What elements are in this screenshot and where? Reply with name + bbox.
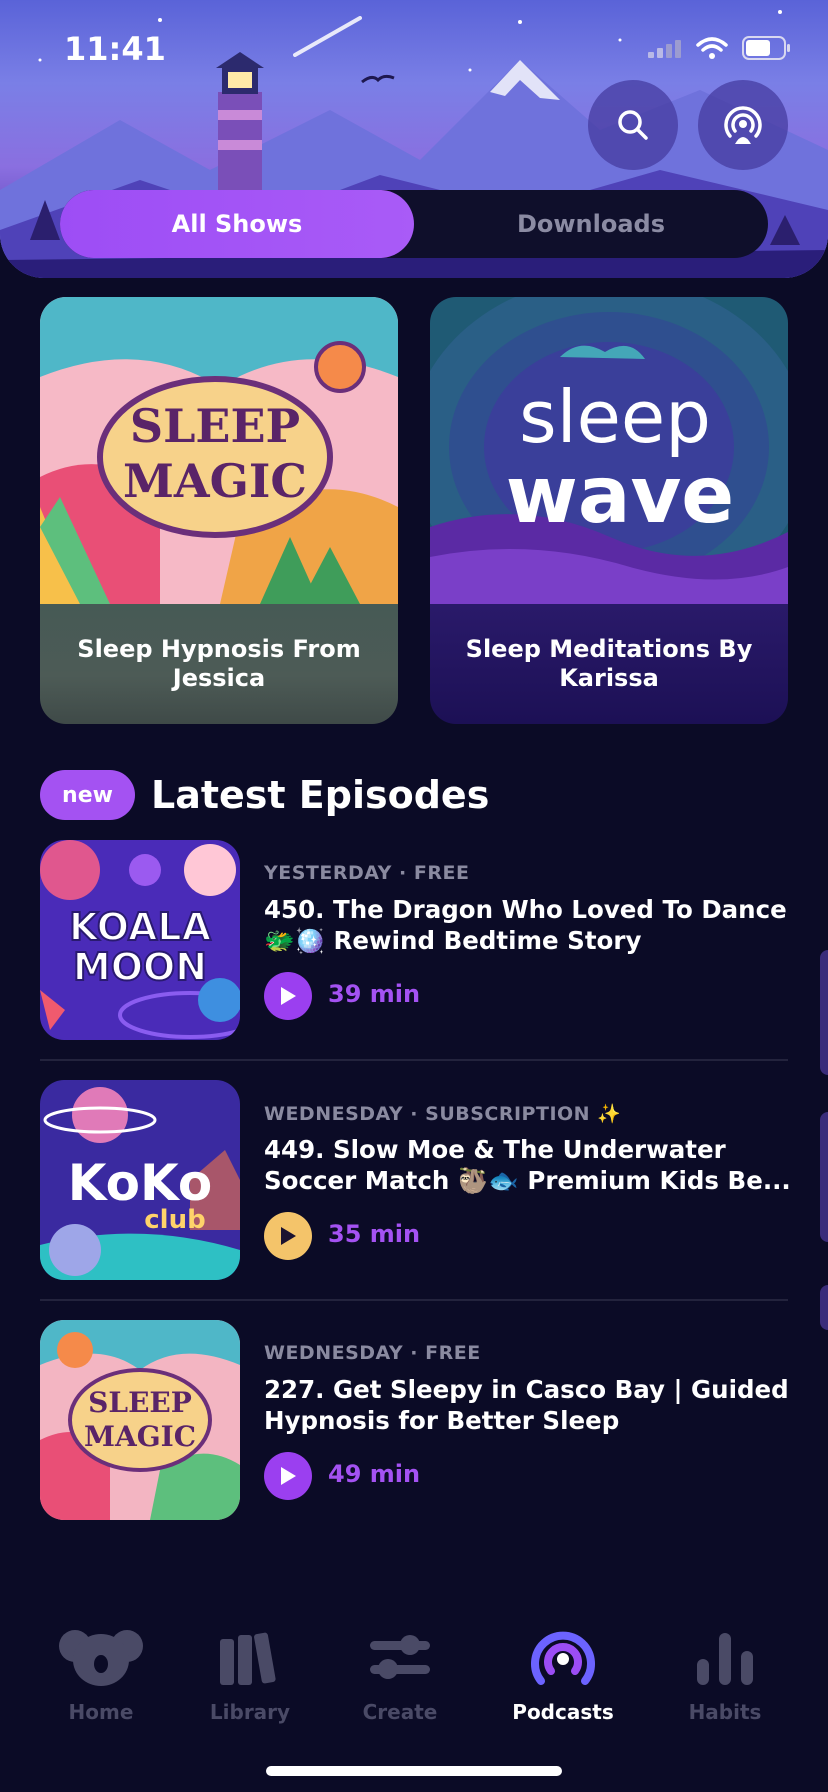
koala-icon — [59, 1630, 143, 1686]
status-icons — [648, 36, 792, 60]
episode-duration: 49 min — [328, 1460, 421, 1488]
thumb-title-line2: MOON — [73, 945, 207, 989]
next-page-peek — [820, 1285, 828, 1330]
podcast-icon — [531, 1631, 595, 1685]
episode-duration: 39 min — [328, 980, 421, 1008]
episode-thumbnail: KoKo club — [40, 1080, 240, 1280]
show-card-caption: Sleep Meditations By Karissa — [430, 604, 788, 724]
home-indicator — [266, 1766, 562, 1776]
tab-create[interactable]: Create — [330, 1622, 470, 1724]
play-button[interactable] — [264, 1452, 312, 1500]
art-title-line2: MAGIC — [123, 454, 307, 508]
play-button[interactable] — [264, 972, 312, 1020]
episode-row[interactable]: KOALA MOON YESTERDAY · FREE 450. The Dra… — [40, 840, 788, 1040]
koala-moon-artwork: KOALA MOON — [40, 840, 240, 1040]
koko-club-artwork: KoKo club — [40, 1080, 240, 1280]
thumb-title-line2: club — [144, 1205, 205, 1235]
episode-title-line1: 449. Slow Moe & The Underwater — [264, 1135, 726, 1164]
tab-label: Habits — [688, 1700, 762, 1724]
episode-row[interactable]: KoKo club WEDNESDAY · SUBSCRIPTION ✨ 449… — [40, 1080, 791, 1280]
tab-habits[interactable]: Habits — [655, 1622, 795, 1724]
play-icon — [281, 1467, 296, 1485]
tab-library[interactable]: Library — [180, 1622, 320, 1724]
show-card-sleep-magic[interactable]: SLEEP MAGIC Sleep Hypnosis From Jessica — [40, 297, 398, 724]
episode-title-line1: 450. The Dragon Who Loved To Dance — [264, 895, 787, 924]
episode-title-line2: Soccer Match 🦥🐟 Premium Kids Be... — [264, 1166, 791, 1195]
episode-meta: YESTERDAY · FREE — [264, 862, 470, 884]
show-card-sleep-wave[interactable]: sleep wave Sleep Meditations By Karissa — [430, 297, 788, 724]
podcast-broadcast-button[interactable] — [698, 80, 788, 170]
bottom-tab-bar: Home Library Create Podcasts Habits — [0, 1600, 828, 1792]
sleep-magic-artwork: SLEEP MAGIC — [40, 1320, 240, 1520]
thumb-title-line1: KoKo — [68, 1154, 212, 1212]
episode-title-line2: 🐲🪩 Rewind Bedtime Story — [264, 926, 642, 955]
tab-label: Create — [362, 1700, 438, 1724]
books-icon — [220, 1632, 276, 1685]
cellular-signal-icon — [648, 40, 681, 58]
status-time: 11:41 — [64, 30, 166, 68]
episode-title: 450. The Dragon Who Loved To Dance 🐲🪩 Re… — [264, 894, 794, 956]
divider — [40, 1059, 788, 1061]
tab-downloads[interactable]: Downloads — [414, 190, 768, 258]
episode-row[interactable]: SLEEP MAGIC WEDNESDAY · FREE 227. Get Sl… — [40, 1320, 789, 1520]
play-button[interactable] — [264, 1212, 312, 1260]
header-banner: 11:41 All Shows Downloads — [0, 0, 828, 278]
bar-chart-icon — [697, 1633, 753, 1685]
divider — [40, 1299, 788, 1301]
art-title-line2: wave — [506, 451, 734, 541]
battery-icon — [742, 36, 790, 60]
tab-label: Podcasts — [512, 1700, 614, 1724]
art-title-line1: SLEEP — [130, 399, 300, 453]
episode-duration: 35 min — [328, 1220, 421, 1248]
show-card-caption: Sleep Hypnosis From Jessica — [40, 604, 398, 724]
next-page-peek — [820, 950, 828, 1075]
search-icon — [618, 110, 648, 140]
episode-meta: WEDNESDAY · SUBSCRIPTION ✨ — [264, 1103, 622, 1125]
sliders-icon — [370, 1635, 430, 1679]
episode-title-line2: Hypnosis for Better Sleep — [264, 1406, 620, 1435]
section-title: Latest Episodes — [151, 773, 490, 817]
tab-home[interactable]: Home — [31, 1622, 171, 1724]
sleep-magic-artwork: SLEEP MAGIC — [40, 297, 398, 604]
sleep-wave-artwork: sleep wave — [430, 297, 788, 604]
play-icon — [281, 987, 296, 1005]
episode-title: 449. Slow Moe & The Underwater Soccer Ma… — [264, 1134, 794, 1196]
tab-all-shows[interactable]: All Shows — [60, 190, 414, 258]
tab-label: Home — [68, 1700, 134, 1724]
tab-podcasts[interactable]: Podcasts — [493, 1622, 633, 1724]
art-title-line1: sleep — [519, 375, 711, 459]
thumb-title-line1: SLEEP — [88, 1386, 192, 1419]
play-icon — [281, 1227, 296, 1245]
broadcast-icon — [724, 106, 762, 144]
episode-meta: WEDNESDAY · FREE — [264, 1342, 481, 1364]
new-badge: new — [40, 770, 135, 820]
next-page-peek — [820, 1112, 828, 1242]
tab-label: Library — [209, 1700, 291, 1724]
segmented-control: All Shows Downloads — [60, 190, 768, 258]
episode-thumbnail: KOALA MOON — [40, 840, 240, 1040]
episode-thumbnail: SLEEP MAGIC — [40, 1320, 240, 1520]
wifi-icon — [696, 37, 728, 59]
thumb-title-line1: KOALA — [69, 905, 212, 949]
thumb-title-line2: MAGIC — [84, 1420, 196, 1453]
latest-episodes-header: new Latest Episodes — [40, 770, 489, 820]
episode-title: 227. Get Sleepy in Casco Bay | Guided Hy… — [264, 1374, 794, 1436]
search-button[interactable] — [588, 80, 678, 170]
episode-title-line1: 227. Get Sleepy in Casco Bay | Guided — [264, 1375, 789, 1404]
